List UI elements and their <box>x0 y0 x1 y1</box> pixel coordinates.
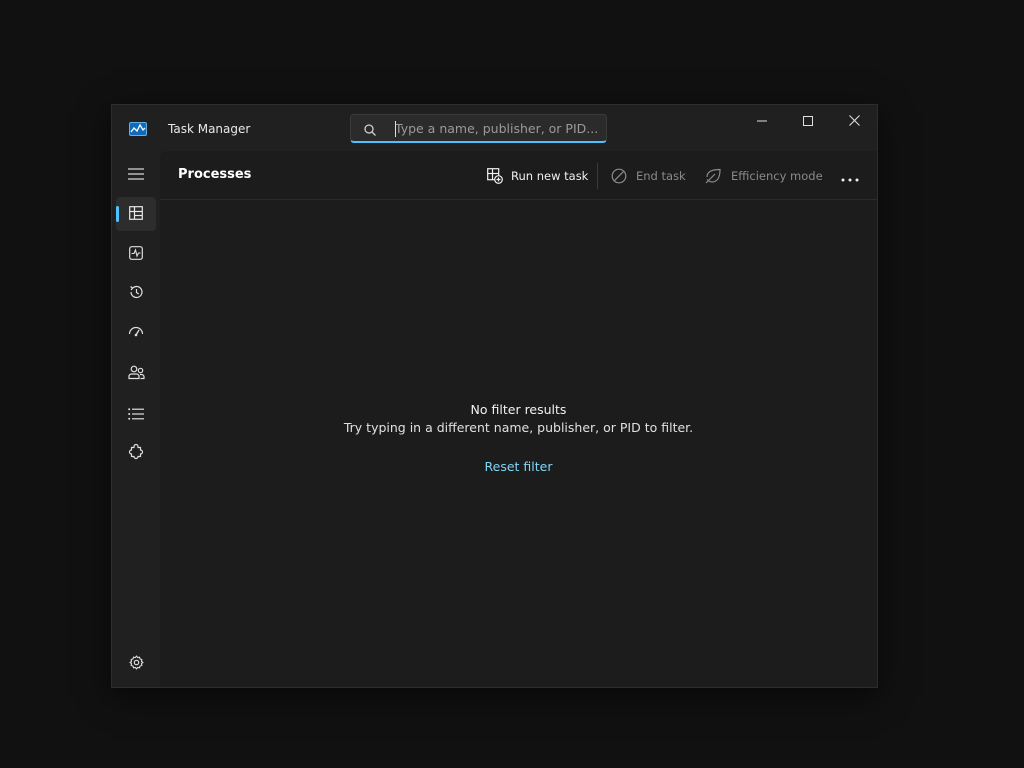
efficiency-mode-icon <box>705 168 731 184</box>
empty-state-title: No filter results <box>470 402 567 417</box>
users-icon <box>127 365 145 384</box>
page-title: Processes <box>178 167 252 182</box>
search-box[interactable] <box>350 114 607 143</box>
task-manager-window: Task Manager Type a name, publisher, or … <box>111 104 878 688</box>
efficiency-mode-label: Efficiency mode <box>731 169 823 183</box>
empty-state: No filter results Try typing in a differ… <box>160 401 877 475</box>
desktop-background: Task Manager Type a name, publisher, or … <box>0 0 1024 768</box>
close-button[interactable] <box>831 105 877 135</box>
window-controls <box>739 105 877 135</box>
startup-apps-icon <box>128 325 144 344</box>
search-input[interactable] <box>395 118 600 138</box>
settings-button[interactable] <box>116 647 156 681</box>
more-options-button[interactable] <box>836 164 864 188</box>
end-task-label: End task <box>636 169 686 183</box>
title-bar[interactable]: Task Manager <box>112 105 877 151</box>
more-icon <box>841 167 859 186</box>
run-new-task-button[interactable]: Run new task <box>487 163 588 189</box>
sidebar-item-details[interactable] <box>116 397 156 431</box>
main-content: Processes Run new task End task Efficien… <box>160 151 877 687</box>
search-icon <box>363 122 377 136</box>
maximize-button[interactable] <box>785 105 831 135</box>
run-new-task-icon <box>487 168 511 184</box>
minimize-icon <box>757 111 767 130</box>
toolbar-separator <box>597 163 598 189</box>
gear-icon <box>128 654 144 674</box>
sidebar-item-services[interactable] <box>116 437 156 471</box>
details-icon <box>128 405 144 424</box>
empty-state-message: Try typing in a different name, publishe… <box>343 420 694 435</box>
minimize-button[interactable] <box>739 105 785 135</box>
run-new-task-label: Run new task <box>511 169 589 183</box>
processes-icon <box>129 205 143 224</box>
text-caret <box>395 121 396 137</box>
hamburger-menu-icon <box>128 165 144 184</box>
navigation-sidebar <box>112 151 160 687</box>
sidebar-item-app-history[interactable] <box>116 277 156 311</box>
task-manager-icon <box>129 121 147 136</box>
active-indicator <box>116 206 119 222</box>
sidebar-item-users[interactable] <box>116 357 156 391</box>
close-icon <box>848 111 860 130</box>
app-history-icon <box>128 284 144 304</box>
end-task-button[interactable]: End task <box>611 163 686 189</box>
performance-icon <box>129 245 143 264</box>
sidebar-item-processes[interactable] <box>116 197 156 231</box>
hamburger-menu-button[interactable] <box>116 157 156 191</box>
sidebar-item-startup-apps[interactable] <box>116 317 156 351</box>
reset-filter-link[interactable]: Reset filter <box>485 459 553 474</box>
sidebar-item-performance[interactable] <box>116 237 156 271</box>
command-bar: Processes Run new task End task Efficien… <box>160 151 877 200</box>
services-icon <box>128 443 144 464</box>
end-task-icon <box>611 168 636 184</box>
maximize-icon <box>803 111 813 130</box>
efficiency-mode-button[interactable]: Efficiency mode <box>705 163 823 189</box>
window-title: Task Manager <box>168 122 251 136</box>
